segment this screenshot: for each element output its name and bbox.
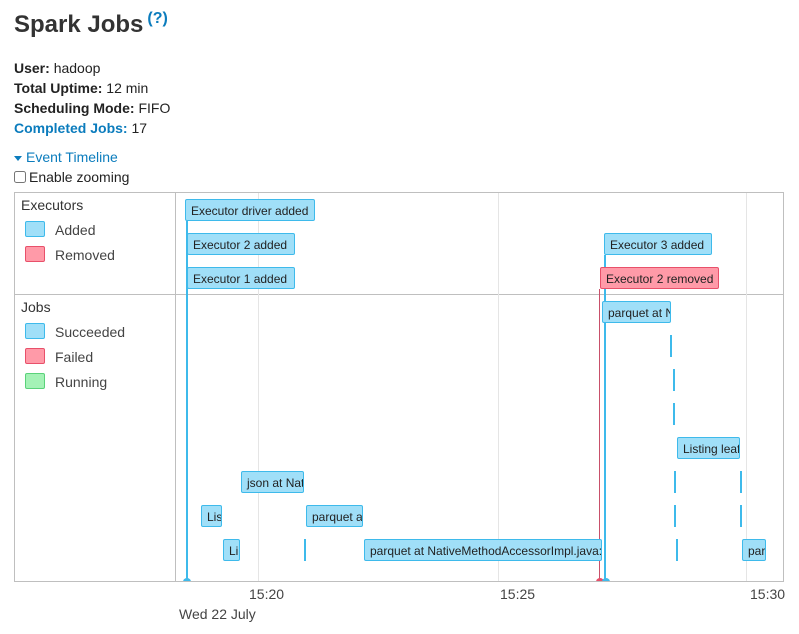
job-tick[interactable] <box>674 471 676 493</box>
legend-failed: Failed <box>25 348 93 365</box>
timeline-canvas[interactable]: Executor driver added Executor 2 added E… <box>176 193 783 581</box>
enable-zooming[interactable]: Enable zooming <box>14 169 129 185</box>
caret-down-icon <box>14 155 22 161</box>
job-tick[interactable] <box>304 539 306 561</box>
executors-group-title: Executors <box>21 197 84 213</box>
job-box[interactable]: parquet at N <box>602 301 671 323</box>
job-box[interactable]: parquet at NativeMethodAccessorImpl.java… <box>364 539 602 561</box>
job-box[interactable]: json at Nat <box>241 471 304 493</box>
jobs-group-title: Jobs <box>21 299 51 315</box>
job-tick[interactable] <box>674 505 676 527</box>
scheduling-mode-value: FIFO <box>138 100 171 116</box>
executor-event[interactable]: Executor 2 added <box>187 233 295 255</box>
completed-jobs-count: 17 <box>131 120 148 136</box>
job-tick[interactable] <box>673 403 675 425</box>
axis-tick-label: 15:20 <box>249 586 285 602</box>
job-box[interactable]: Lis <box>201 505 222 527</box>
enable-zooming-checkbox[interactable] <box>14 171 26 183</box>
executor-event[interactable]: Executor 2 removed <box>600 267 719 289</box>
job-tick[interactable] <box>740 471 742 493</box>
enable-zooming-label: Enable zooming <box>29 169 130 185</box>
executor-event[interactable]: Executor 3 added <box>604 233 712 255</box>
axis-date-label: Wed 22 July <box>179 606 256 622</box>
legend-succeeded: Succeeded <box>25 323 125 340</box>
legend-added: Added <box>25 221 95 238</box>
gridline <box>746 193 747 581</box>
job-tick[interactable] <box>673 369 675 391</box>
job-box[interactable]: par <box>742 539 766 561</box>
event-timeline-toggle[interactable]: Event Timeline <box>14 149 118 165</box>
executor-added-dot <box>602 578 610 581</box>
user-value: hadoop <box>53 60 101 76</box>
gridline <box>498 193 499 581</box>
help-link[interactable]: (?) <box>147 10 167 27</box>
uptime-value: 12 min <box>106 80 149 96</box>
running-swatch <box>25 373 45 389</box>
job-summary: User: hadoop Total Uptime: 12 min Schedu… <box>14 58 170 138</box>
added-swatch <box>25 221 45 237</box>
job-box[interactable]: parquet a <box>306 505 363 527</box>
axis-tick-label: 15:30 <box>750 586 786 602</box>
axis-tick-label: 15:25 <box>500 586 536 602</box>
executor-added-dot <box>183 578 191 581</box>
job-tick[interactable] <box>670 335 672 357</box>
legend-running: Running <box>25 373 107 390</box>
page-title: Spark Jobs (?) <box>14 10 168 38</box>
executor-event[interactable]: Executor 1 added <box>187 267 295 289</box>
user-label: User: <box>14 60 50 76</box>
job-tick[interactable] <box>740 505 742 527</box>
job-box[interactable]: Listing leaf <box>677 437 740 459</box>
executor-removed-line <box>599 289 600 581</box>
timeline-legend-panel: Executors Added Removed Jobs Succeeded F… <box>15 193 176 581</box>
time-axis: 15:20 15:25 15:30 Wed 22 July <box>175 582 786 634</box>
executor-event[interactable]: Executor driver added <box>185 199 315 221</box>
succeeded-swatch <box>25 323 45 339</box>
uptime-label: Total Uptime: <box>14 80 103 96</box>
removed-swatch <box>25 246 45 262</box>
completed-jobs-link[interactable]: Completed Jobs: <box>14 120 128 136</box>
failed-swatch <box>25 348 45 364</box>
event-timeline[interactable]: Executors Added Removed Jobs Succeeded F… <box>14 192 784 582</box>
job-box[interactable]: Li <box>223 539 240 561</box>
scheduling-mode-label: Scheduling Mode: <box>14 100 135 116</box>
job-tick[interactable] <box>676 539 678 561</box>
legend-removed: Removed <box>25 246 115 263</box>
